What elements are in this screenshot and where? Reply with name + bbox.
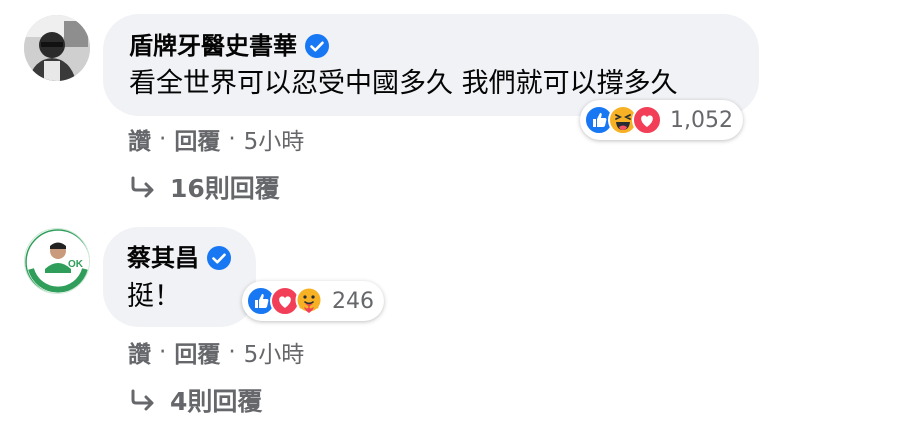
author-name-text: 蔡其昌	[127, 244, 199, 272]
view-replies-link[interactable]: 16則回覆	[130, 169, 280, 205]
avatar[interactable]	[24, 15, 90, 81]
reaction-count: 246	[332, 288, 374, 314]
author-name[interactable]: 盾牌牙醫史書華	[129, 32, 329, 60]
view-replies-link[interactable]: 4則回覆	[130, 382, 262, 418]
comment-bubble: 蔡其昌 挺！	[103, 227, 256, 327]
care-icon	[294, 286, 324, 316]
campaign-logo-icon: OK	[25, 229, 89, 293]
timestamp[interactable]: 5小時	[244, 122, 305, 156]
svg-text:OK: OK	[68, 259, 84, 270]
comment-actions: 讚 · 回覆 · 5小時	[128, 335, 304, 369]
avatar[interactable]: OK	[24, 228, 90, 294]
author-name-text: 盾牌牙醫史書華	[129, 32, 297, 60]
reply-arrow-icon	[131, 389, 154, 411]
comment-actions: 讚 · 回覆 · 5小時	[128, 122, 304, 156]
timestamp[interactable]: 5小時	[244, 335, 305, 369]
author-photo-icon	[24, 15, 90, 81]
separator: ·	[228, 126, 236, 152]
like-button[interactable]: 讚	[128, 122, 151, 156]
comment-text: 挺！	[127, 281, 181, 312]
like-button[interactable]: 讚	[128, 335, 151, 369]
replies-count-label: 16則回覆	[170, 174, 280, 203]
separator: ·	[159, 339, 167, 365]
verified-badge-icon	[207, 246, 231, 270]
reply-button[interactable]: 回覆	[174, 335, 220, 369]
verified-badge-icon	[305, 34, 329, 58]
reactions-summary[interactable]: 1,052	[580, 100, 743, 140]
separator: ·	[228, 339, 236, 365]
love-icon	[632, 105, 662, 135]
reactions-summary[interactable]: 246	[242, 281, 384, 321]
replies-count-label: 4則回覆	[170, 387, 263, 416]
author-name[interactable]: 蔡其昌	[127, 244, 231, 272]
reply-button[interactable]: 回覆	[174, 122, 220, 156]
reply-arrow-icon	[131, 176, 154, 198]
reaction-count: 1,052	[670, 107, 733, 133]
separator: ·	[159, 126, 167, 152]
comment-text: 看全世界可以忍受中國多久 我們就可以撐多久	[129, 68, 678, 99]
